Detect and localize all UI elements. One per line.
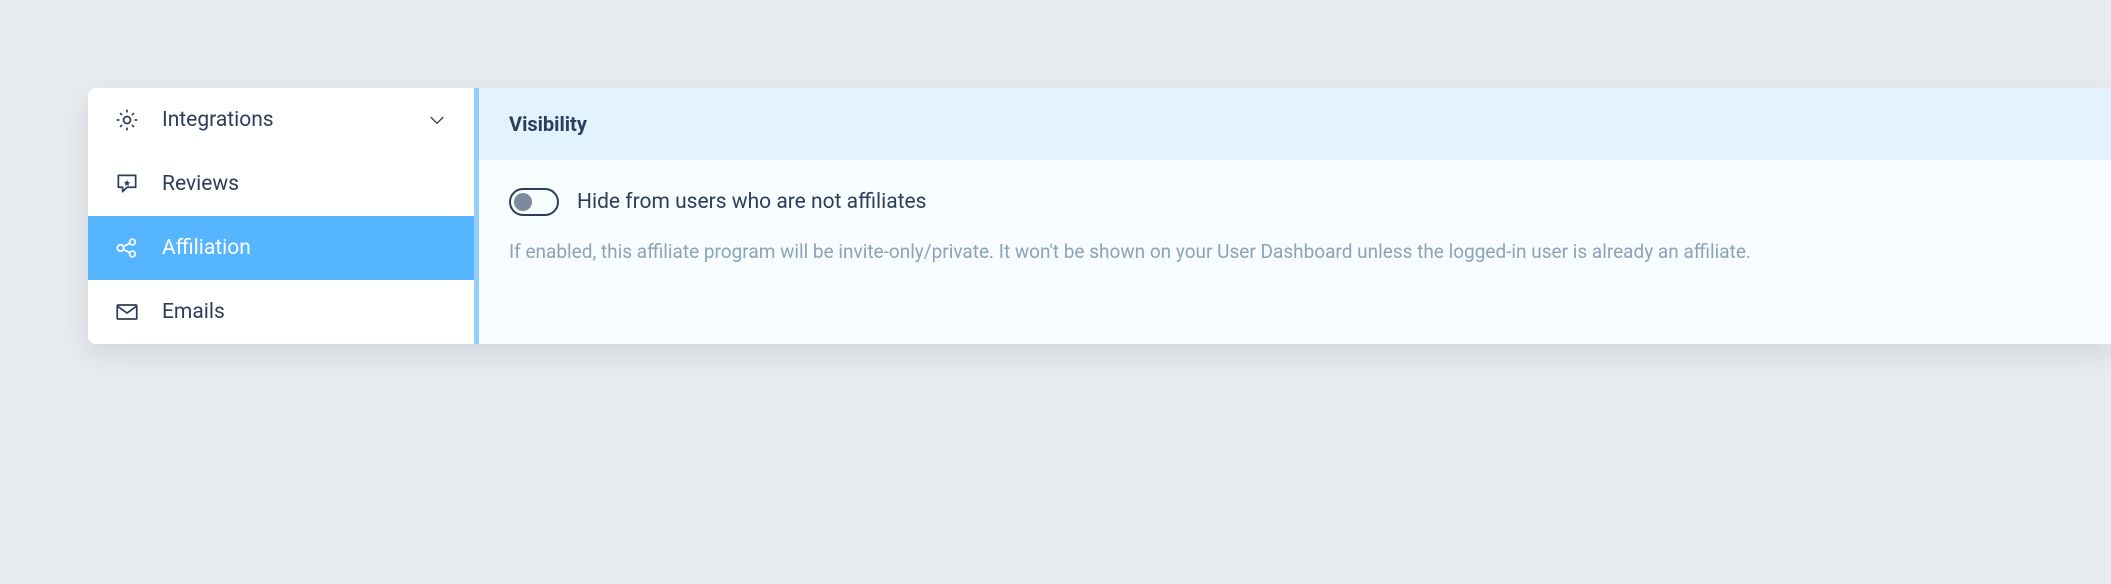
help-text: If enabled, this affiliate program will … [509, 238, 2009, 267]
hide-from-non-affiliates-toggle[interactable] [509, 188, 559, 216]
mail-icon [114, 299, 140, 325]
sidebar-item-label: Emails [162, 300, 448, 324]
review-icon [114, 171, 140, 197]
section-body: Hide from users who are not affiliates I… [479, 160, 2111, 267]
toggle-row: Hide from users who are not affiliates [509, 188, 2081, 216]
gear-icon [114, 107, 140, 133]
sidebar-item-integrations[interactable]: Integrations [88, 88, 474, 152]
affiliation-icon [114, 235, 140, 261]
sidebar-item-label: Integrations [162, 108, 404, 132]
sidebar-item-emails[interactable]: Emails [88, 280, 474, 344]
toggle-label: Hide from users who are not affiliates [577, 190, 927, 214]
main-content: Visibility Hide from users who are not a… [474, 88, 2111, 344]
toggle-knob [514, 193, 532, 211]
sidebar-item-label: Reviews [162, 172, 448, 196]
sidebar-item-reviews[interactable]: Reviews [88, 152, 474, 216]
section-title: Visibility [479, 88, 2111, 160]
sidebar-item-label: Affiliation [162, 236, 448, 260]
sidebar-item-affiliation[interactable]: Affiliation [88, 216, 474, 280]
chevron-down-icon [426, 109, 448, 131]
sidebar: Integrations Reviews [88, 88, 474, 344]
app-container: Integrations Reviews [88, 88, 2111, 344]
